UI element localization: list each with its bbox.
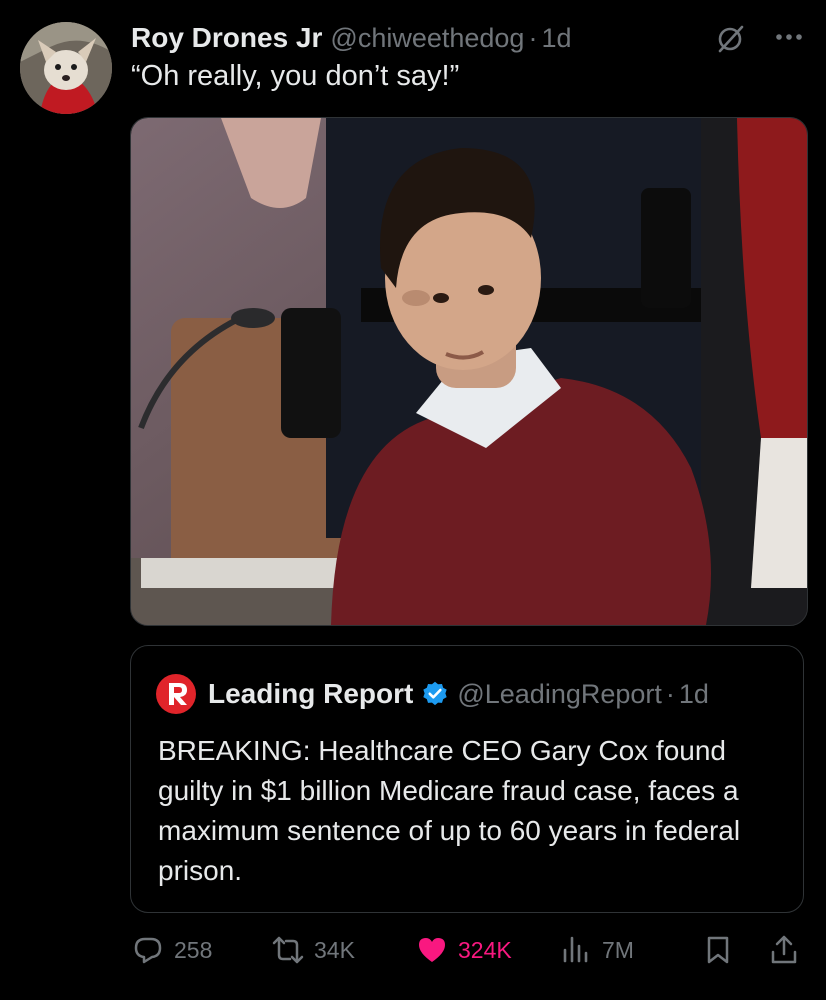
reply-icon [134, 937, 162, 964]
like-count: 324K [458, 936, 512, 963]
reply-button[interactable]: 258 [132, 928, 212, 972]
grok-icon[interactable] [716, 25, 744, 53]
like-button[interactable]: 324K [416, 928, 512, 972]
separator-dot: · [528, 22, 538, 53]
avatar[interactable] [20, 22, 112, 114]
views-button[interactable]: 7M [560, 928, 634, 972]
action-bar: 258 34K 324K 7M [132, 928, 812, 972]
author-name[interactable]: Roy Drones Jr [131, 22, 322, 54]
reply-count: 258 [174, 936, 213, 963]
quoted-tweet[interactable]: Leading Report @LeadingReport · 1d BREAK… [130, 645, 804, 913]
quoted-author-handle[interactable]: @LeadingReport [457, 679, 662, 710]
timestamp[interactable]: 1d [541, 23, 571, 54]
views-count: 7M [602, 936, 634, 963]
repost-button[interactable]: 34K [272, 928, 355, 972]
more-icon[interactable] [774, 26, 804, 48]
heart-icon [419, 938, 445, 962]
views-icon [563, 936, 588, 963]
tweet-text: “Oh really, you don’t say!” [131, 60, 460, 92]
quoted-tweet-header: Leading Report @LeadingReport · 1d [156, 674, 709, 714]
quoted-timestamp[interactable]: 1d [679, 679, 709, 710]
leading-report-logo-icon[interactable] [156, 674, 196, 714]
quoted-tweet-text: BREAKING: Healthcare CEO Gary Cox found … [158, 735, 741, 886]
tweet-photo[interactable] [130, 117, 808, 626]
repost-count: 34K [314, 936, 355, 963]
share-icon [771, 935, 797, 964]
bookmark-icon [707, 936, 729, 964]
verified-badge-icon[interactable] [421, 680, 449, 708]
tweet-header: Roy Drones Jr @chiweethedog · 1d [131, 20, 806, 56]
quoted-separator-dot: · [665, 678, 675, 709]
share-button[interactable] [768, 928, 800, 972]
bookmark-button[interactable] [702, 928, 734, 972]
repost-icon [272, 936, 304, 964]
author-handle[interactable]: @chiweethedog [330, 23, 524, 54]
quoted-author-name[interactable]: Leading Report [208, 678, 413, 710]
